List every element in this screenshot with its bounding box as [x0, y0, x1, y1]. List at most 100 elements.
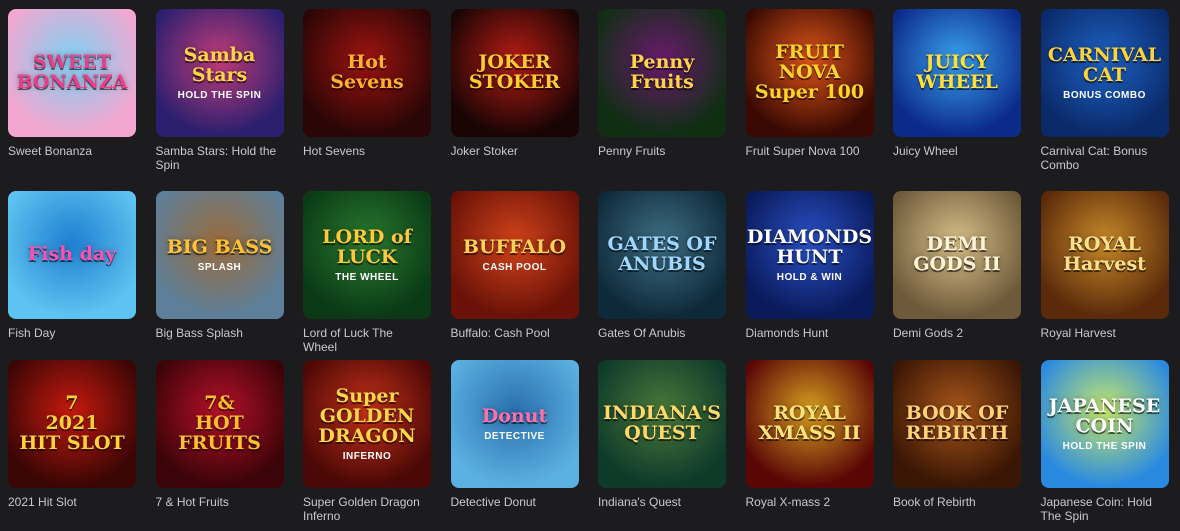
game-title[interactable]: Buffalo: Cash Pool	[451, 326, 575, 340]
game-thumbnail[interactable]: JOKER STOKER	[450, 9, 579, 137]
game-tile[interactable]: JOKER STOKER Joker Stoker	[450, 9, 579, 191]
game-logo-text: DEMI GODS II	[913, 233, 1001, 275]
game-tile[interactable]: Super GOLDEN DRAGON INFERNO Super Golden D…	[303, 360, 431, 531]
game-title[interactable]: Detective Donut	[451, 495, 575, 509]
game-logo-text: Hot Sevens	[330, 51, 404, 93]
game-tile[interactable]: JAPANESE COIN HOLD THE SPIN Japanese Coin:…	[1040, 360, 1169, 531]
game-tile[interactable]: DEMI GODS II Demi Gods 2	[893, 191, 1021, 360]
game-title[interactable]: Super Golden Dragon Inferno	[303, 495, 427, 523]
game-title[interactable]: Juicy Wheel	[893, 144, 1017, 158]
game-tile[interactable]: FRUIT NOVA Super 100 Fruit Super Nova 100	[745, 9, 874, 191]
game-logo-subtitle: BONUS COMBO	[1063, 89, 1146, 101]
game-tile[interactable]: BOOK OF REBIRTH Book of Rebirth	[893, 360, 1021, 531]
game-tile[interactable]: Samba Stars HOLD THE SPIN Samba Stars: Hol…	[155, 9, 284, 191]
game-title[interactable]: Royal Harvest	[1041, 326, 1165, 340]
game-title[interactable]: 2021 Hit Slot	[8, 495, 132, 509]
game-thumbnail[interactable]: Samba Stars HOLD THE SPIN	[155, 9, 284, 137]
game-tile[interactable]: ROYAL Harvest Royal Harvest	[1040, 191, 1169, 360]
game-logo-art: Donut DETECTIVE	[481, 404, 548, 442]
game-thumbnail[interactable]: 7& HOT FRUITS	[155, 360, 284, 488]
game-tile[interactable]: BUFFALO CASH POOL Buffalo: Cash Pool	[450, 191, 579, 360]
game-logo-art: JAPANESE COIN HOLD THE SPIN	[1049, 396, 1160, 452]
game-logo-text: JOKER STOKER	[468, 51, 561, 93]
game-title[interactable]: Samba Stars: Hold the Spin	[156, 144, 280, 172]
game-title[interactable]: Fruit Super Nova 100	[746, 144, 870, 158]
game-thumbnail[interactable]: Donut DETECTIVE	[450, 360, 579, 488]
game-thumbnail[interactable]: FRUIT NOVA Super 100	[745, 9, 874, 137]
game-title[interactable]: Diamonds Hunt	[746, 326, 870, 340]
game-tile[interactable]: JUICY WHEEL Juicy Wheel	[893, 9, 1021, 191]
game-title[interactable]: Lord of Luck The Wheel	[303, 326, 427, 354]
game-title[interactable]: 7 & Hot Fruits	[156, 495, 280, 509]
game-thumbnail[interactable]: Super GOLDEN DRAGON INFERNO	[303, 360, 431, 488]
game-title[interactable]: Fish Day	[8, 326, 132, 340]
game-title[interactable]: Hot Sevens	[303, 144, 427, 158]
game-thumbnail[interactable]: ROYAL XMASS II	[745, 360, 874, 488]
game-thumbnail[interactable]: LORD of LUCK THE WHEEL	[303, 191, 431, 319]
game-title[interactable]: Indiana's Quest	[598, 495, 722, 509]
game-title[interactable]: Joker Stoker	[451, 144, 575, 158]
game-logo-art: Samba Stars HOLD THE SPIN	[177, 45, 262, 101]
game-tile[interactable]: BIG BASS SPLASH Big Bass Splash	[155, 191, 284, 360]
game-logo-art: FRUIT NOVA Super 100	[752, 42, 868, 103]
game-thumbnail[interactable]: JAPANESE COIN HOLD THE SPIN	[1040, 360, 1169, 488]
game-title[interactable]: Book of Rebirth	[893, 495, 1017, 509]
game-tile[interactable]: Hot Sevens Hot Sevens	[303, 9, 431, 191]
game-logo-art: ROYAL Harvest	[1063, 233, 1146, 275]
game-thumbnail[interactable]: SWEET BONANZA	[8, 9, 136, 137]
game-logo-text: SWEET BONANZA	[16, 51, 128, 93]
game-tile[interactable]: INDIANA'S QUEST Indiana's Quest	[598, 360, 726, 531]
game-thumbnail[interactable]: CARNIVAL CAT BONUS COMBO	[1040, 9, 1169, 137]
game-tile[interactable]: CARNIVAL CAT BONUS COMBO Carnival Cat: Bon…	[1040, 9, 1169, 191]
game-tile[interactable]: 7& HOT FRUITS 7 & Hot Fruits	[155, 360, 284, 531]
game-logo-text: INDIANA'S QUEST	[603, 402, 722, 444]
game-logo-text: 7& HOT FRUITS	[178, 392, 261, 454]
game-title[interactable]: Japanese Coin: Hold The Spin	[1041, 495, 1165, 523]
game-title[interactable]: Gates Of Anubis	[598, 326, 722, 340]
game-logo-art: Penny Fruits	[604, 52, 720, 93]
game-tile[interactable]: Penny Fruits Penny Fruits	[598, 9, 726, 191]
game-title[interactable]: Penny Fruits	[598, 144, 722, 158]
game-tile[interactable]: 7 2021 HIT SLOT 2021 Hit Slot	[8, 360, 136, 531]
game-thumbnail[interactable]: BUFFALO CASH POOL	[450, 191, 579, 319]
game-logo-text: ROYAL Harvest	[1063, 233, 1146, 275]
game-logo-text: ROYAL XMASS II	[758, 402, 861, 444]
game-title[interactable]: Big Bass Splash	[156, 326, 280, 340]
game-logo-art: 7 2021 HIT SLOT	[19, 393, 124, 454]
game-logo-subtitle: DETECTIVE	[484, 430, 545, 442]
game-thumbnail[interactable]: 7 2021 HIT SLOT	[8, 360, 136, 488]
game-title[interactable]: Royal X-mass 2	[746, 495, 870, 509]
game-tile[interactable]: ROYAL XMASS II Royal X-mass 2	[745, 360, 874, 531]
games-grid: SWEET BONANZA Sweet Bonanza Samba Stars HOL…	[0, 0, 1180, 531]
game-tile[interactable]: Fish day Fish Day	[8, 191, 136, 360]
game-thumbnail[interactable]: JUICY WHEEL	[893, 9, 1021, 137]
game-logo-subtitle: HOLD THE SPIN	[177, 89, 262, 101]
game-thumbnail[interactable]: GATES OF ANUBIS	[598, 191, 726, 319]
game-logo-art: JUICY WHEEL	[916, 51, 998, 93]
game-title[interactable]: Demi Gods 2	[893, 326, 1017, 340]
game-thumbnail[interactable]: DEMI GODS II	[893, 191, 1021, 319]
game-title[interactable]: Sweet Bonanza	[8, 144, 132, 158]
game-logo-art: LORD of LUCK THE WHEEL	[309, 227, 425, 283]
game-logo-art: BUFFALO CASH POOL	[463, 237, 566, 273]
game-logo-art: 7& HOT FRUITS	[178, 392, 261, 454]
game-logo-art: Fish day	[28, 244, 116, 265]
game-logo-text: JUICY WHEEL	[916, 51, 998, 93]
game-tile[interactable]: GATES OF ANUBIS Gates Of Anubis	[598, 191, 726, 360]
game-tile[interactable]: LORD of LUCK THE WHEEL Lord of Luck The Wh…	[303, 191, 431, 360]
game-thumbnail[interactable]: INDIANA'S QUEST	[598, 360, 726, 488]
game-thumbnail[interactable]: Hot Sevens	[303, 9, 431, 137]
game-thumbnail[interactable]: BOOK OF REBIRTH	[893, 360, 1021, 488]
game-tile[interactable]: Donut DETECTIVE Detective Donut	[450, 360, 579, 531]
game-logo-art: Super GOLDEN DRAGON INFERNO	[318, 386, 415, 462]
game-thumbnail[interactable]: Fish day	[8, 191, 136, 319]
game-logo-text: Donut	[481, 404, 548, 427]
game-title[interactable]: Carnival Cat: Bonus Combo	[1041, 144, 1165, 172]
game-thumbnail[interactable]: Penny Fruits	[598, 9, 726, 137]
game-logo-subtitle: INFERNO	[342, 450, 392, 462]
game-thumbnail[interactable]: ROYAL Harvest	[1040, 191, 1169, 319]
game-thumbnail[interactable]: BIG BASS SPLASH	[155, 191, 284, 319]
game-tile[interactable]: SWEET BONANZA Sweet Bonanza	[8, 9, 136, 191]
game-thumbnail[interactable]: DIAMONDS HUNT HOLD & WIN	[745, 191, 874, 319]
game-tile[interactable]: DIAMONDS HUNT HOLD & WIN Diamonds Hunt	[745, 191, 874, 360]
